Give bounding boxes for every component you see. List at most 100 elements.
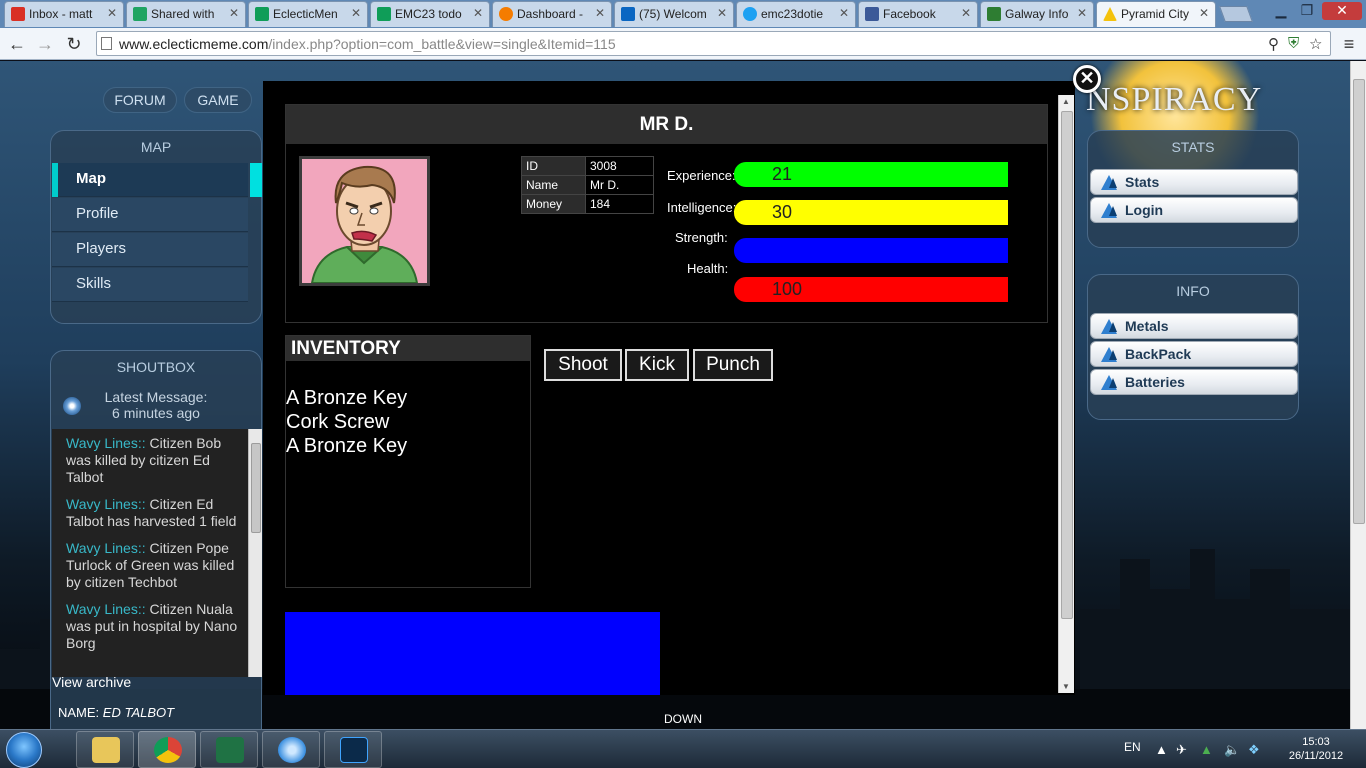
scrollbar-thumb[interactable] [1353, 79, 1365, 524]
forward-arrow-icon[interactable]: → [34, 33, 56, 55]
chrome-taskbar-button[interactable] [138, 731, 196, 768]
shout-author[interactable]: Wavy Lines:: [66, 435, 146, 451]
browser-tab[interactable]: Dashboard - ✕ [492, 1, 612, 27]
page-scrollbar[interactable] [1350, 61, 1366, 729]
pyramid-icon [1101, 175, 1117, 190]
browser-tab-active[interactable]: Pyramid City ✕ [1096, 1, 1216, 27]
pin-icon[interactable]: ✈ [1176, 742, 1187, 758]
restore-icon[interactable]: ❐ [1296, 2, 1318, 20]
language-indicator[interactable]: EN [1124, 740, 1141, 754]
scrollbar-thumb[interactable] [251, 443, 261, 533]
scroll-down-arrow-icon[interactable]: ▼ [1062, 682, 1070, 691]
close-icon[interactable]: ✕ [1199, 6, 1209, 20]
field-value: 184 [585, 194, 654, 214]
map-menu-item-skills[interactable]: Skills [52, 268, 248, 302]
close-icon[interactable]: ✕ [473, 6, 483, 20]
address-bar[interactable]: www.eclecticmeme.com/index.php?option=co… [96, 31, 1331, 56]
shout-author[interactable]: Wavy Lines:: [66, 540, 146, 556]
inventory-item[interactable]: A Bronze Key [286, 434, 407, 458]
modal-scrollbar[interactable]: ▲ ▼ [1058, 95, 1074, 693]
close-icon[interactable]: ✕ [961, 6, 971, 20]
clock-time: 15:03 [1302, 736, 1330, 748]
close-icon[interactable]: ✕ [1077, 6, 1087, 20]
login-button-label: Login [1125, 202, 1164, 218]
map-menu-item-players[interactable]: Players [52, 233, 248, 267]
shoot-button[interactable]: Shoot [544, 349, 622, 381]
scrollbar-thumb[interactable] [1061, 111, 1073, 619]
login-button[interactable]: Login [1090, 197, 1298, 223]
kick-button[interactable]: Kick [625, 349, 689, 381]
browser-tab[interactable]: emc23dotie ✕ [736, 1, 856, 27]
browser-tab[interactable]: Shared with ✕ [126, 1, 246, 27]
tab-title: EclecticMen [273, 7, 338, 21]
game-nav-button[interactable]: GAME [184, 87, 252, 113]
zoom-icon[interactable]: ⚲ [1268, 35, 1279, 53]
stats-button[interactable]: Stats [1090, 169, 1298, 195]
info-panel: INFO Metals BackPack Batteries [1087, 274, 1299, 420]
browser-tab[interactable]: Facebook ✕ [858, 1, 978, 27]
windows-taskbar: EN ▲ ✈ ▲ 🔈 ❖ 15:03 26/11/2012 [0, 729, 1366, 768]
minimize-icon[interactable]: ▁ [1270, 2, 1292, 20]
start-button[interactable] [6, 732, 42, 768]
close-window-icon[interactable]: ✕ [1322, 2, 1362, 20]
web-page: NSPIRACY FORUM GAME MAP Map Profile Play… [0, 61, 1350, 729]
close-icon[interactable]: ✕ [717, 6, 727, 20]
latest-message-label: Latest Message: [104, 389, 208, 405]
new-tab-button[interactable] [1219, 6, 1253, 22]
dropbox-icon[interactable]: ❖ [1248, 742, 1260, 758]
inventory-item[interactable]: Cork Screw [286, 410, 407, 434]
map-menu-item-profile[interactable]: Profile [52, 198, 248, 232]
explorer-taskbar-button[interactable] [76, 731, 134, 768]
extension-shield-icon[interactable]: ⛨ [1288, 35, 1299, 52]
browser-tab[interactable]: EclecticMen ✕ [248, 1, 368, 27]
scroll-up-arrow-icon[interactable]: ▲ [1062, 97, 1070, 106]
shoutbox-scrollbar[interactable] [248, 429, 262, 677]
avatar-portrait-graphic [302, 159, 427, 283]
volume-icon[interactable]: 🔈 [1224, 742, 1240, 758]
close-icon[interactable]: ✕ [351, 6, 361, 20]
browser-toolbar: ← → ↻ www.eclecticmeme.com/index.php?opt… [0, 28, 1366, 60]
browser-tab[interactable]: EMC23 todo ✕ [370, 1, 490, 27]
shout-message-list[interactable]: Wavy Lines:: Citizen Bob was killed by c… [52, 429, 248, 677]
bookmark-star-icon[interactable]: ☆ [1309, 35, 1322, 53]
photoshop-taskbar-button[interactable] [324, 731, 382, 768]
view-archive-link[interactable]: View archive [52, 674, 131, 690]
batteries-button[interactable]: Batteries [1090, 369, 1298, 395]
active-indicator [250, 163, 262, 197]
tab-title: Facebook [883, 7, 936, 21]
inventory-item[interactable]: A Bronze Key [286, 386, 407, 410]
browser-tab[interactable]: Inbox - matt ✕ [4, 1, 124, 27]
reload-icon[interactable]: ↻ [63, 33, 85, 55]
shout-author[interactable]: Wavy Lines:: [66, 601, 146, 617]
menu-wrench-icon[interactable]: ≡ [1338, 33, 1360, 55]
close-icon[interactable]: ✕ [595, 6, 605, 20]
backpack-button[interactable]: BackPack [1090, 341, 1298, 367]
forum-nav-button[interactable]: FORUM [103, 87, 177, 113]
system-clock[interactable]: 15:03 26/11/2012 [1286, 735, 1346, 763]
linkedin-icon [621, 7, 635, 21]
close-icon[interactable]: ✕ [839, 6, 849, 20]
url-path: /index.php?option=com_battle&view=single… [268, 36, 616, 52]
itunes-taskbar-button[interactable] [262, 731, 320, 768]
back-arrow-icon[interactable]: ← [6, 33, 28, 55]
punch-button[interactable]: Punch [693, 349, 773, 381]
close-modal-icon[interactable]: ✕ [1073, 65, 1101, 93]
health-label: Health: [687, 261, 729, 276]
metals-button[interactable]: Metals [1090, 313, 1298, 339]
close-icon[interactable]: ✕ [107, 6, 117, 20]
excel-taskbar-button[interactable] [200, 731, 258, 768]
name-label: NAME: [58, 705, 100, 720]
url-text[interactable]: www.eclecticmeme.com/index.php?option=co… [119, 36, 616, 52]
stats-button-label: Stats [1125, 174, 1160, 190]
blue-display-area [285, 612, 660, 695]
drive-sync-icon[interactable]: ▲ [1200, 742, 1213, 757]
shoutbox-panel: SHOUTBOX Latest Message: 6 minutes ago W… [50, 350, 262, 729]
browser-tab[interactable]: Galway Info ✕ [980, 1, 1094, 27]
map-menu-item-map[interactable]: Map [52, 163, 248, 197]
browser-tab[interactable]: (75) Welcom ✕ [614, 1, 734, 27]
show-hidden-icons-icon[interactable]: ▲ [1155, 742, 1168, 757]
shout-author[interactable]: Wavy Lines:: [66, 496, 146, 512]
tab-title: (75) Welcom [639, 7, 707, 21]
inventory-list: A Bronze Key Cork Screw A Bronze Key [286, 386, 407, 458]
close-icon[interactable]: ✕ [229, 6, 239, 20]
